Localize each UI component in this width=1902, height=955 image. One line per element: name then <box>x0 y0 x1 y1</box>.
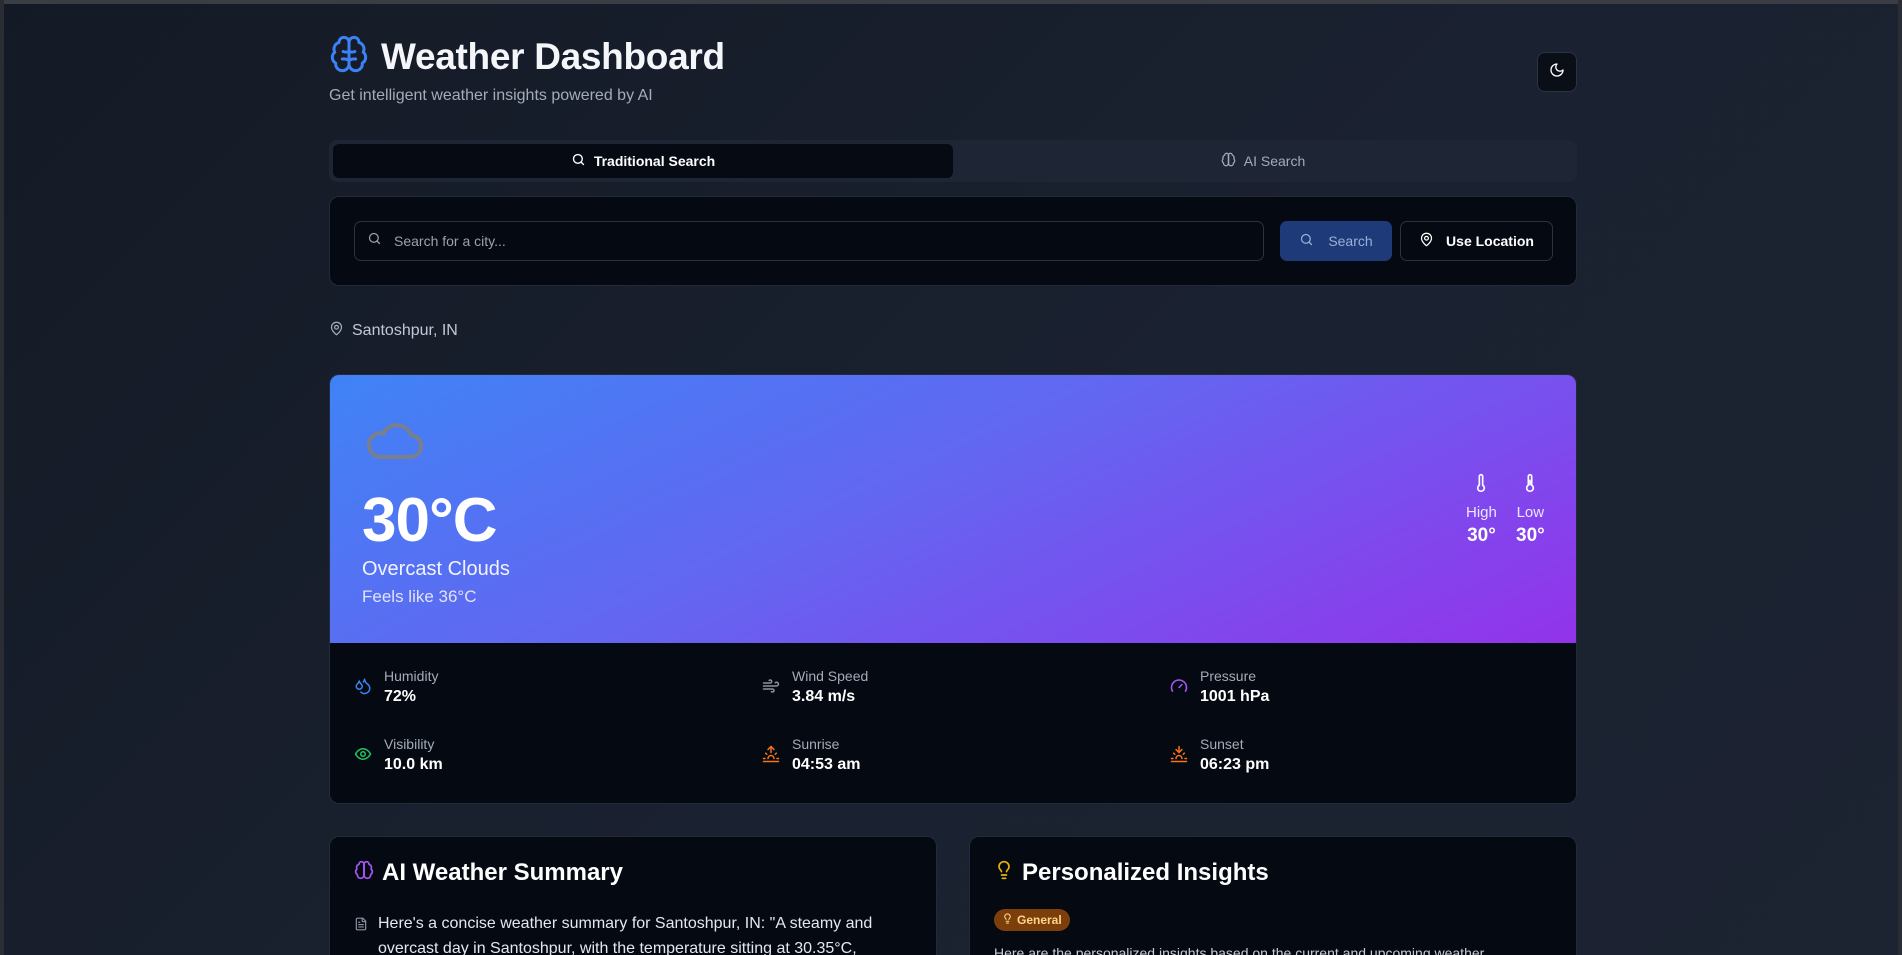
ai-summary-card: AI Weather Summary Here's a concise weat… <box>329 836 937 955</box>
stat-wind-speed: Wind Speed 3.84 m/s <box>762 668 868 706</box>
high-label: High <box>1466 504 1497 521</box>
page-title: Weather Dashboard <box>381 35 725 77</box>
high-temperature: High 30° <box>1466 471 1497 547</box>
stat-label: Humidity <box>384 668 439 684</box>
current-weather-card: 30°C Overcast Clouds Feels like 36°C Hig… <box>329 374 1577 804</box>
search-button-label: Search <box>1328 233 1373 249</box>
weather-hero: 30°C Overcast Clouds Feels like 36°C Hig… <box>330 375 1576 643</box>
use-location-button[interactable]: Use Location <box>1400 221 1553 261</box>
gauge-icon <box>1170 668 1188 700</box>
wind-icon <box>762 668 780 700</box>
search-icon <box>571 152 586 170</box>
tab-traditional-search[interactable]: Traditional Search <box>333 144 953 178</box>
search-icon <box>1299 232 1314 250</box>
stat-value: 3.84 m/s <box>792 688 856 705</box>
file-text-icon <box>354 915 368 955</box>
insights-text: Here are the personalized insights based… <box>994 945 1485 955</box>
search-icon <box>367 231 382 251</box>
search-button[interactable]: Search <box>1280 221 1392 261</box>
stat-pressure: Pressure 1001 hPa <box>1170 668 1269 706</box>
stat-humidity: Humidity 72% <box>354 668 438 706</box>
stat-label: Wind Speed <box>792 668 869 684</box>
thermometer-icon <box>1471 471 1491 500</box>
location-name: Santoshpur, IN <box>352 322 458 339</box>
brain-icon <box>354 859 374 887</box>
high-value: 30° <box>1467 525 1496 546</box>
ai-summary-heading: AI Weather Summary <box>354 859 623 887</box>
sunset-icon <box>1170 736 1188 768</box>
current-location: Santoshpur, IN <box>329 321 458 341</box>
insights-card: Personalized Insights General Here are t… <box>969 836 1577 955</box>
city-search-input[interactable] <box>394 233 1263 249</box>
low-value: 30° <box>1516 525 1545 546</box>
brain-icon <box>1221 152 1236 170</box>
stat-value: 10.0 km <box>384 756 443 773</box>
page-subtitle: Get intelligent weather insights powered… <box>329 87 653 104</box>
thermometer-low-icon <box>1520 471 1540 500</box>
feels-like: Feels like 36°C <box>362 587 477 606</box>
low-label: Low <box>1516 504 1545 521</box>
droplets-icon <box>354 668 372 700</box>
insights-heading: Personalized Insights <box>994 859 1269 887</box>
current-temperature: 30°C <box>362 486 498 555</box>
tab-label: Traditional Search <box>593 153 716 169</box>
lightbulb-icon <box>1002 913 1013 927</box>
stat-value: 04:53 am <box>792 756 861 773</box>
tab-label: AI Search <box>1243 153 1306 169</box>
badge-label: General <box>1017 913 1062 927</box>
stat-value: 06:23 pm <box>1200 756 1270 773</box>
search-mode-tabs: Traditional Search AI Search <box>329 140 1577 182</box>
stat-sunrise: Sunrise 04:53 am <box>762 736 861 774</box>
sunrise-icon <box>762 736 780 768</box>
eye-icon <box>354 736 372 768</box>
tab-ai-search[interactable]: AI Search <box>953 144 1573 178</box>
stat-visibility: Visibility 10.0 km <box>354 736 443 774</box>
theme-toggle-button[interactable] <box>1537 52 1577 92</box>
cloud-icon <box>363 415 427 468</box>
search-field <box>354 221 1264 261</box>
stat-value: 72% <box>384 688 417 705</box>
stat-label: Pressure <box>1200 668 1257 684</box>
map-pin-icon <box>329 321 344 341</box>
use-location-label: Use Location <box>1446 233 1534 249</box>
moon-icon <box>1549 62 1565 83</box>
stat-label: Visibility <box>384 736 435 752</box>
insights-title: Personalized Insights <box>1022 859 1269 886</box>
ai-summary-title: AI Weather Summary <box>382 859 623 886</box>
search-panel: Search Use Location <box>329 196 1577 286</box>
stat-value: 1001 hPa <box>1200 688 1270 705</box>
insight-category-badge: General <box>994 909 1070 931</box>
stat-sunset: Sunset 06:23 pm <box>1170 736 1269 774</box>
brain-icon <box>329 34 369 79</box>
page-header: Weather Dashboard Get intelligent weathe… <box>329 34 1577 114</box>
ai-summary-text: Here's a concise weather summary for San… <box>378 915 873 955</box>
map-pin-icon <box>1419 232 1434 250</box>
lightbulb-icon <box>994 859 1014 887</box>
ai-summary-body: Here's a concise weather summary for San… <box>354 911 914 955</box>
low-temperature: Low 30° <box>1516 471 1545 547</box>
stat-label: Sunset <box>1200 736 1244 752</box>
stat-label: Sunrise <box>792 736 840 752</box>
weather-condition: Overcast Clouds <box>362 558 510 580</box>
